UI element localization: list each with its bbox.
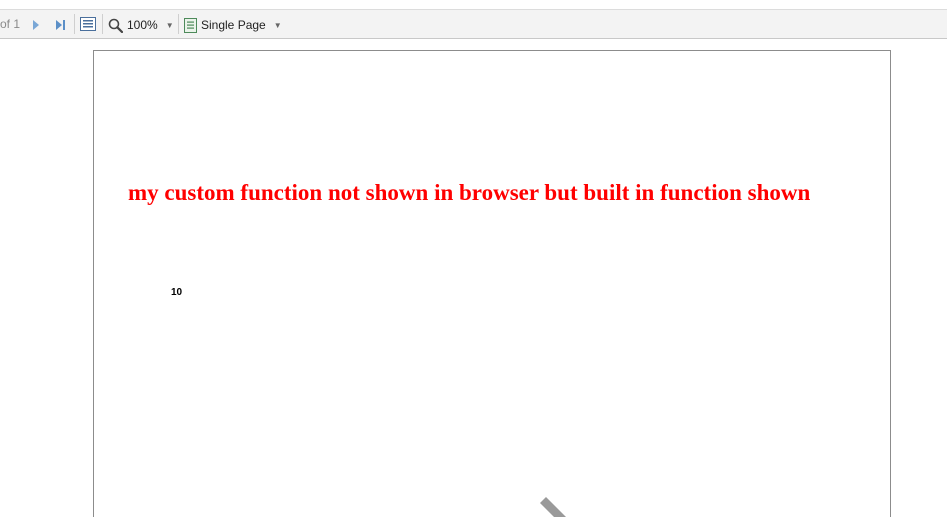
result-value: 10 xyxy=(171,287,183,298)
page-heading: my custom function not shown in browser … xyxy=(128,180,811,205)
page-count-label: of 1 xyxy=(0,17,21,31)
chevron-down-icon: ▼ xyxy=(273,20,282,30)
last-page-icon xyxy=(56,20,65,30)
toolbar-separator xyxy=(102,14,103,34)
viewer-toolbar: of 1 100% ▼ Single Page ▼ xyxy=(0,9,947,39)
next-page-icon xyxy=(33,20,39,30)
fit-page-button[interactable] xyxy=(79,15,97,33)
zoom-level-value: 100% xyxy=(127,18,158,32)
single-page-icon xyxy=(184,17,197,33)
report-viewer: of 1 100% ▼ Single Page ▼ my custom func… xyxy=(0,0,947,517)
document-page: my custom function not shown in browser … xyxy=(93,50,891,517)
next-page-button[interactable] xyxy=(30,17,42,33)
toolbar-separator xyxy=(74,14,75,34)
page-layout-dropdown[interactable]: Single Page ▼ xyxy=(184,15,282,35)
pencil-cursor-icon xyxy=(540,497,566,517)
page-layout-value: Single Page xyxy=(201,18,266,32)
last-page-button[interactable] xyxy=(54,17,68,33)
zoom-icon xyxy=(108,18,123,33)
chevron-down-icon: ▼ xyxy=(165,20,174,30)
fit-page-icon xyxy=(80,17,96,31)
zoom-dropdown[interactable]: 100% ▼ xyxy=(108,15,174,35)
toolbar-separator xyxy=(178,14,179,34)
